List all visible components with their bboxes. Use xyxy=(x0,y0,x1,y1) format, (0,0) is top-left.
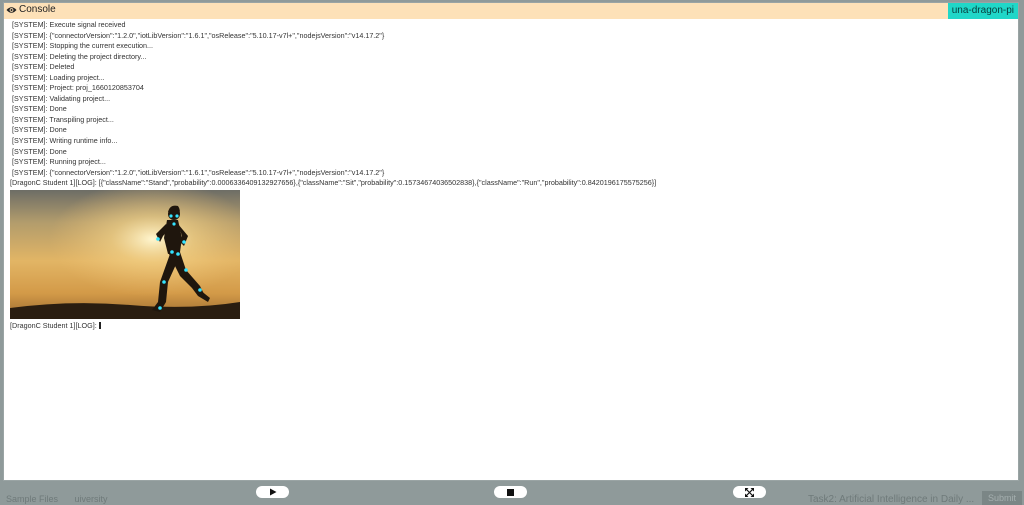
log-line: [SYSTEM]: Stopping the current execution… xyxy=(12,41,154,51)
console-header: Console una-dragon-pi xyxy=(4,3,1018,19)
log-line: [SYSTEM]: Deleted xyxy=(12,62,75,72)
log-line: [SYSTEM]: Writing runtime info... xyxy=(12,136,118,146)
log-line: [SYSTEM]: Deleting the project directory… xyxy=(12,51,147,61)
log-line: [SYSTEM]: Execute signal received xyxy=(12,20,126,29)
log-line-prompt: [DragonC Student 1][LOG]: xyxy=(10,321,1018,332)
console-output[interactable]: [SYSTEM]: Execute signal received [SYSTE… xyxy=(4,19,1018,480)
device-badge[interactable]: una-dragon-pi xyxy=(947,3,1018,19)
pose-detection-image xyxy=(10,189,240,319)
console-title-label: Console xyxy=(19,4,56,15)
log-line: [SYSTEM]: Done xyxy=(12,104,67,114)
stop-icon xyxy=(507,488,514,496)
console-toolbar xyxy=(0,481,1024,505)
text-cursor xyxy=(98,322,101,330)
play-icon xyxy=(269,488,276,496)
log-line: [SYSTEM]: Project: proj_1660120853704 xyxy=(12,83,144,93)
log-line: [SYSTEM]: Done xyxy=(12,125,67,135)
log-line: [SYSTEM]: Transpiling project... xyxy=(12,114,114,124)
log-line: [SYSTEM]: Done xyxy=(12,146,67,156)
log-line: [SYSTEM]: Validating project... xyxy=(12,93,111,103)
log-line: [SYSTEM]: {"connectorVersion":"1.2.0","i… xyxy=(12,30,385,40)
expand-icon xyxy=(745,487,754,497)
log-prompt-text: [DragonC Student 1][LOG]: xyxy=(10,320,97,330)
log-line: [SYSTEM]: Loading project... xyxy=(12,72,105,82)
console-panel: Console una-dragon-pi [SYSTEM]: Execute … xyxy=(3,2,1019,481)
expand-button[interactable] xyxy=(733,486,766,498)
eye-icon xyxy=(6,6,17,13)
log-line: [SYSTEM]: Running project... xyxy=(12,157,106,167)
stop-button[interactable] xyxy=(494,486,527,498)
play-button[interactable] xyxy=(256,486,289,498)
console-title: Console xyxy=(6,4,56,15)
log-line: [SYSTEM]: {"connectorVersion":"1.2.0","i… xyxy=(12,167,385,177)
log-line-prediction: [DragonC Student 1][LOG]: [{"className":… xyxy=(10,178,657,188)
